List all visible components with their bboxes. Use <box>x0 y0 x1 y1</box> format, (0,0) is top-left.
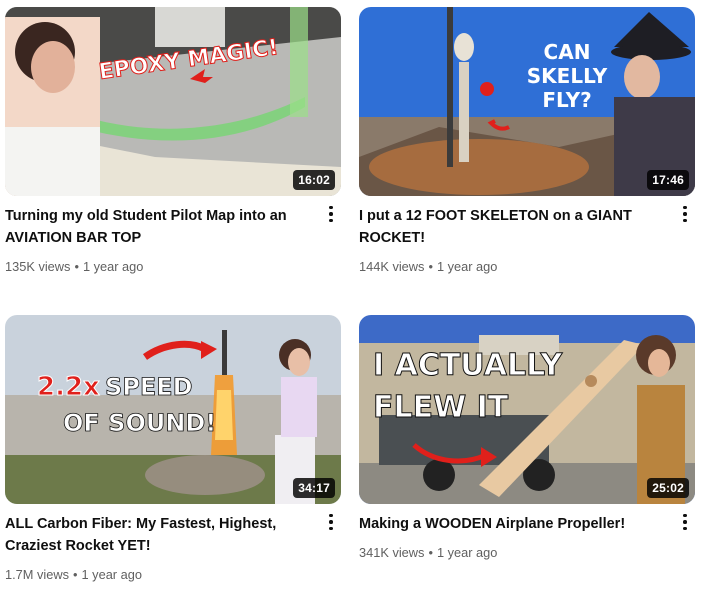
overlay-text: I ACTUALLY <box>373 348 564 383</box>
video-thumbnail[interactable]: CAN SKELLY FLY? 17:46 <box>359 7 695 196</box>
overlay-text: OF SOUND! <box>63 409 216 437</box>
video-metadata: 1.7M views • 1 year ago <box>5 566 309 584</box>
thumbnail-image: 2.2x SPEED OF SOUND! <box>5 315 341 504</box>
video-thumbnail[interactable]: 2.2x SPEED OF SOUND! 34:17 <box>5 315 341 504</box>
view-count: 1.7M views <box>5 567 70 582</box>
duration-badge: 34:17 <box>293 478 335 498</box>
thumbnail-image: CAN SKELLY FLY? <box>359 7 695 196</box>
video-title[interactable]: ALL Carbon Fiber: My Fastest, Highest, C… <box>5 513 309 557</box>
video-card[interactable]: CAN SKELLY FLY? 17:46 I put a 12 FOOT SK… <box>359 7 697 276</box>
view-count: 135K views <box>5 259 71 274</box>
video-metadata: 144K views • 1 year ago <box>359 258 663 276</box>
duration-badge: 25:02 <box>647 478 689 498</box>
duration-badge: 17:46 <box>647 170 689 190</box>
view-count: 341K views <box>359 545 425 560</box>
upload-age: 1 year ago <box>436 545 498 560</box>
thumbnail-image: EPOXY MAGIC! <box>5 7 341 196</box>
video-card[interactable]: I ACTUALLY FLEW IT 25:02 Making a WOODEN… <box>359 315 697 562</box>
overlay-text: FLEW IT <box>373 390 509 425</box>
video-card[interactable]: 2.2x SPEED OF SOUND! 34:17 ALL Carbon Fi… <box>5 315 343 584</box>
video-title[interactable]: Turning my old Student Pilot Map into an… <box>5 205 309 249</box>
more-vert-icon[interactable] <box>319 200 343 228</box>
video-metadata: 341K views • 1 year ago <box>359 544 663 562</box>
upload-age: 1 year ago <box>82 259 144 274</box>
overlay-text: SKELLY <box>527 64 608 88</box>
duration-badge: 16:02 <box>293 170 335 190</box>
separator: • <box>74 259 79 274</box>
separator: • <box>73 567 78 582</box>
view-count: 144K views <box>359 259 425 274</box>
video-thumbnail[interactable]: EPOXY MAGIC! 16:02 <box>5 7 341 196</box>
more-vert-icon[interactable] <box>673 508 697 536</box>
video-thumbnail[interactable]: I ACTUALLY FLEW IT 25:02 <box>359 315 695 504</box>
separator: • <box>428 259 433 274</box>
overlay-text: SPEED <box>105 373 193 401</box>
more-vert-icon[interactable] <box>319 508 343 536</box>
video-card[interactable]: EPOXY MAGIC! 16:02 Turning my old Studen… <box>5 7 343 276</box>
separator: • <box>428 545 433 560</box>
thumbnail-image: I ACTUALLY FLEW IT <box>359 315 695 504</box>
overlay-text: FLY? <box>542 88 591 112</box>
upload-age: 1 year ago <box>81 567 142 582</box>
video-title[interactable]: Making a WOODEN Airplane Propeller! <box>359 513 663 535</box>
overlay-text: 2.2x <box>37 372 100 402</box>
video-metadata: 135K views • 1 year ago <box>5 258 309 276</box>
overlay-text: CAN <box>544 40 591 64</box>
more-vert-icon[interactable] <box>673 200 697 228</box>
upload-age: 1 year ago <box>436 259 498 274</box>
video-title[interactable]: I put a 12 FOOT SKELETON on a GIANT ROCK… <box>359 205 663 249</box>
